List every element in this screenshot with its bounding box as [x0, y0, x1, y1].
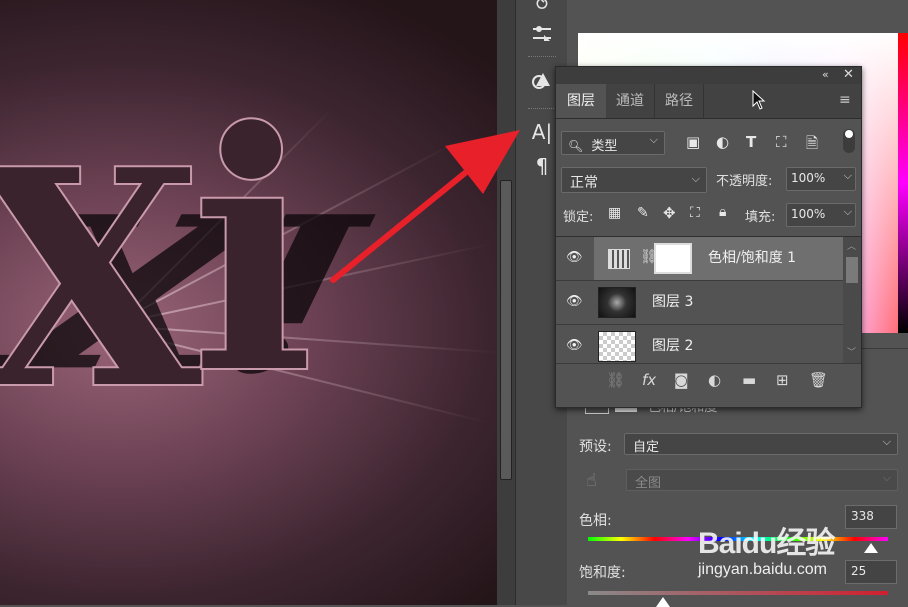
eye-icon[interactable]: 👁︎ — [566, 338, 583, 354]
layer-row[interactable]: 👁︎ ⛓ 色相/饱和度 1 — [556, 237, 843, 281]
chevron-down-icon: ⌵ — [691, 172, 700, 185]
filter-label: 类型 — [591, 139, 618, 154]
layer-mask-thumbnail[interactable] — [654, 243, 692, 274]
smart-object-filter-icon[interactable]: 🗎︎ — [806, 133, 818, 158]
watermark-text: Baidu经验 — [698, 527, 835, 560]
blend-mode-dropdown[interactable]: 正常 ⌵ — [561, 167, 707, 193]
lock-label: 锁定: — [563, 210, 594, 225]
delete-layer-icon[interactable]: 🗑︎ — [809, 371, 828, 389]
letter-x: X — [0, 103, 204, 456]
document-canvas[interactable]: X i X i — [0, 0, 497, 605]
eye-icon[interactable]: 👁︎ — [566, 250, 583, 266]
adjustment-filter-icon[interactable]: ◐ — [716, 133, 729, 151]
targeted-adjustment-icon[interactable]: ☝ — [586, 470, 597, 491]
baidu-watermark: Baidu经验 jingyan.baidu.com — [690, 508, 908, 598]
layer-thumbnail[interactable] — [598, 287, 636, 318]
fx-icon[interactable]: fx — [642, 371, 656, 389]
character-icon[interactable]: A| — [525, 116, 559, 148]
filter-toggle[interactable] — [843, 129, 855, 153]
layer-row[interactable]: 👁︎ 图层 3 — [556, 281, 843, 325]
opacity-field[interactable]: 100% ⌵ — [786, 167, 856, 191]
chevron-down-icon: ⌵ — [882, 471, 891, 484]
layers-panel: « ✕ 图层 通道 路径 ≡ 🔍︎ 类型 ⌵ ▣ ◐ T ⛶ 🗎︎ 正常 ⌵ 不透… — [555, 66, 862, 408]
watermark-url: jingyan.baidu.com — [698, 561, 827, 578]
fill-label: 填充: — [745, 210, 776, 225]
hue-saturation-icon — [608, 249, 630, 269]
lock-artboard-icon[interactable]: ⛶ — [690, 205, 700, 221]
red-arrow-annotation — [330, 130, 520, 283]
layers-tab-bar: 图层 通道 路径 ≡ — [556, 84, 861, 119]
mouse-cursor-icon — [752, 90, 766, 110]
chevron-down-icon: ⌵ — [649, 133, 658, 146]
chevron-down-icon: ⌵ — [843, 205, 852, 218]
fill-value: 100% — [791, 207, 826, 221]
layer-thumbnail[interactable] — [598, 331, 636, 362]
panel-menu-icon[interactable]: ≡ — [839, 92, 851, 108]
layer-name[interactable]: 图层 2 — [652, 325, 693, 363]
chevron-down-icon: ⌵ — [843, 169, 852, 182]
preset-dropdown[interactable]: 自定 ⌵ — [624, 433, 898, 455]
shapes-icon[interactable] — [525, 64, 559, 96]
saturation-slider-knob[interactable] — [656, 597, 670, 607]
tab-channels[interactable]: 通道 — [606, 84, 655, 118]
blend-mode-value: 正常 — [570, 175, 598, 191]
layer-name[interactable]: 图层 3 — [652, 281, 693, 324]
layer-name[interactable]: 色相/饱和度 1 — [708, 237, 796, 280]
preset-value: 自定 — [633, 440, 660, 455]
chevron-down-icon: ⌵ — [882, 435, 891, 448]
letter-i: i — [189, 59, 316, 447]
tool-separator — [528, 108, 556, 111]
preset-label: 预设: — [579, 439, 612, 455]
new-layer-icon[interactable]: ⊞ — [776, 371, 789, 389]
adjustments-icon[interactable] — [525, 18, 559, 50]
eye-icon[interactable]: 👁︎ — [566, 294, 583, 310]
panel-titlebar[interactable]: « ✕ — [556, 67, 861, 84]
type-filter-icon[interactable]: T — [746, 133, 756, 151]
opacity-value: 100% — [791, 171, 826, 185]
canvas-scrollbar[interactable] — [497, 0, 515, 605]
shape-filter-icon[interactable]: ⛶ — [776, 133, 787, 151]
saturation-label: 饱和度: — [579, 565, 626, 581]
lock-all-icon[interactable]: 🔒︎ — [719, 204, 726, 220]
link-layers-icon[interactable]: ⛓ — [606, 371, 625, 389]
brush-preset-icon[interactable]: ⥀ — [525, 0, 559, 20]
new-group-icon[interactable]: ▬ — [742, 371, 756, 389]
paragraph-icon[interactable]: ¶ — [525, 150, 559, 182]
tab-paths[interactable]: 路径 — [655, 84, 704, 118]
lock-transparent-icon[interactable]: ▦ — [608, 205, 621, 221]
footer-divider — [556, 363, 861, 364]
lock-image-icon[interactable]: ✎ — [637, 205, 649, 221]
channel-value: 全图 — [635, 476, 662, 491]
layer-row[interactable]: 👁︎ 图层 2 — [556, 325, 843, 363]
tab-layers[interactable]: 图层 — [556, 84, 606, 118]
pixel-filter-icon[interactable]: ▣ — [686, 133, 700, 151]
close-icon[interactable]: ✕ — [843, 67, 854, 82]
color-hue-strip[interactable] — [898, 33, 908, 333]
channel-dropdown[interactable]: 全图 ⌵ — [626, 469, 898, 491]
tool-separator — [528, 56, 556, 59]
layer-filter-dropdown[interactable]: 🔍︎ 类型 ⌵ — [561, 131, 665, 155]
layer-list: 👁︎ ⛓ 色相/饱和度 1 👁︎ 图层 3 👁︎ 图层 2 ︿ ﹀ — [556, 236, 861, 363]
layer-list-scrollbar[interactable]: ︿ ﹀ — [843, 237, 861, 363]
lock-position-icon[interactable]: ✥ — [663, 204, 676, 222]
opacity-label: 不透明度: — [716, 174, 773, 189]
search-icon: 🔍︎ — [568, 139, 584, 153]
add-mask-icon[interactable]: ◙ — [674, 371, 689, 389]
hue-label: 色相: — [579, 513, 612, 529]
new-adjustment-icon[interactable]: ◐ — [708, 371, 721, 389]
collapse-icon[interactable]: « — [822, 68, 829, 81]
fill-field[interactable]: 100% ⌵ — [786, 203, 856, 227]
